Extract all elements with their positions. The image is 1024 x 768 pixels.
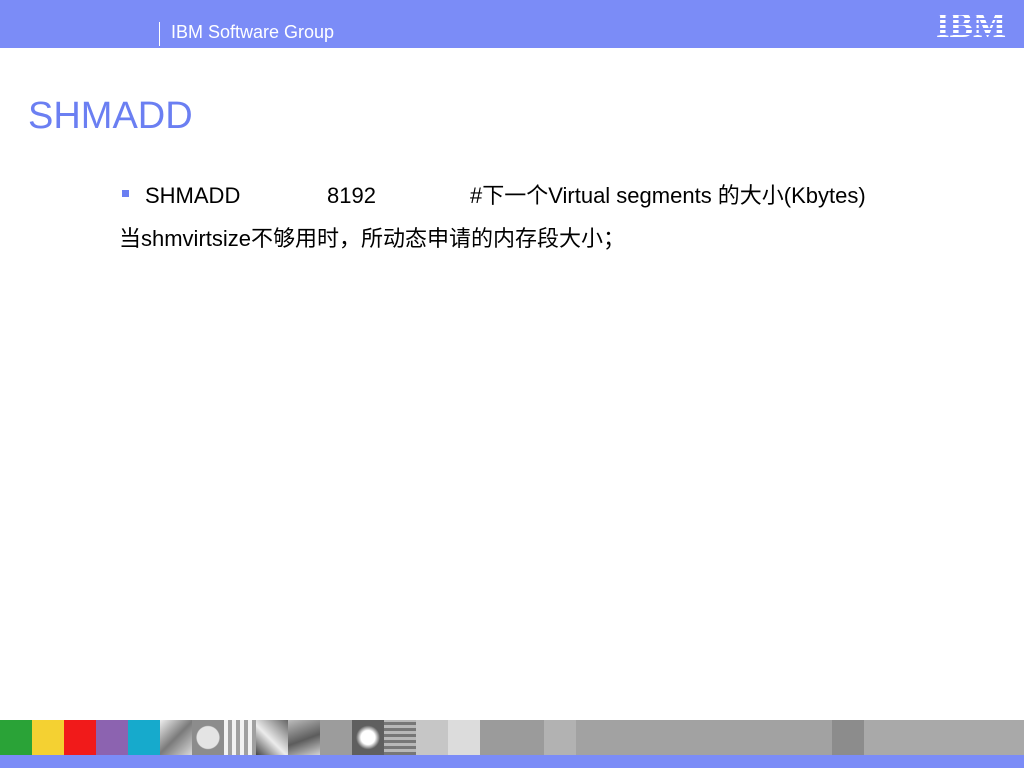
slide-title: SHMADD — [28, 95, 193, 137]
header-divider — [159, 22, 160, 46]
strip-purple-block — [96, 720, 128, 755]
bullet-marker — [122, 190, 129, 197]
bullet-param-value: 8192 — [327, 183, 376, 208]
bullet-param-name: SHMADD — [145, 183, 241, 208]
strip-gray-block — [576, 720, 832, 755]
strip-yellow-block — [32, 720, 64, 755]
bullet-description: 当shmvirtsize不够用时，所动态申请的内存段大小； — [119, 226, 626, 251]
strip-light-block — [416, 720, 448, 755]
ibm-logo: IBM — [936, 8, 1006, 40]
footer-band — [0, 755, 1024, 768]
strip-checker-tile — [448, 720, 480, 755]
strip-cyan-block — [128, 720, 160, 755]
strip-photo-tile — [256, 720, 288, 755]
strip-red-block — [64, 720, 96, 755]
strip-light-block — [480, 720, 544, 755]
header-bar: IBM Software Group IBM — [0, 0, 1024, 48]
footer-image-strip — [0, 720, 1024, 755]
ibm-logo-text: IBM — [936, 8, 1006, 40]
strip-gray-block — [864, 720, 1020, 755]
strip-dark-block — [832, 720, 864, 755]
strip-photo-tile — [288, 720, 320, 755]
strip-gray-block — [320, 720, 352, 755]
group-label: IBM Software Group — [171, 22, 335, 42]
strip-green-block — [0, 720, 32, 755]
strip-circle-tile — [192, 720, 224, 755]
bullet-param-comment: #下一个Virtual segments 的大小(Kbytes) — [470, 183, 866, 208]
strip-photo-tile — [352, 720, 384, 755]
strip-photo-tile — [160, 720, 192, 755]
strip-stripes-tile — [384, 720, 416, 755]
strip-light-block — [544, 720, 576, 755]
strip-grid-tile — [224, 720, 256, 755]
